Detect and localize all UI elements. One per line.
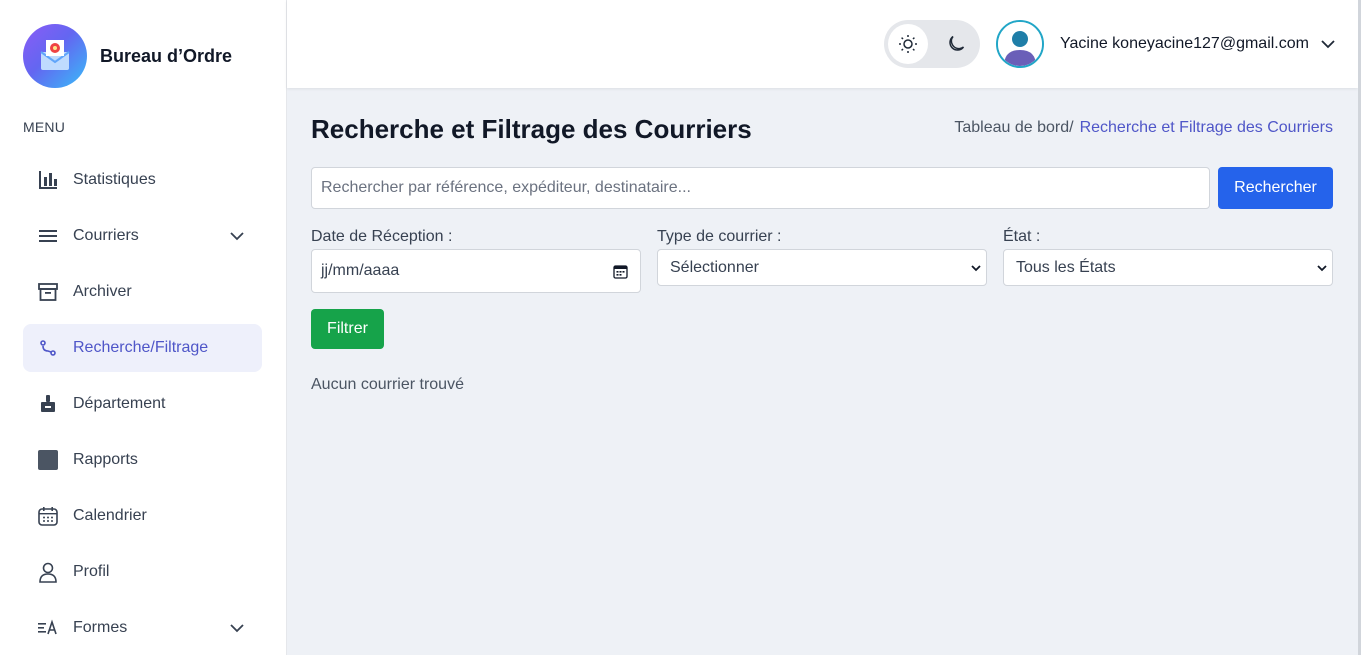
bar-chart-icon — [37, 169, 59, 191]
date-filter-label: Date de Réception : — [311, 228, 453, 245]
sidebar-item-label: Profil — [73, 563, 110, 580]
chevron-down-icon[interactable] — [228, 227, 246, 245]
archive-icon — [37, 281, 59, 303]
type-select-value: Sélectionner — [670, 259, 759, 276]
user-name[interactable]: Yacine koneyacine127@gmail.com — [1060, 35, 1309, 53]
sidebar-item-label: Rapports — [73, 451, 138, 468]
sidebar-item-label: Département — [73, 395, 166, 412]
sidebar-item-label: Statistiques — [73, 171, 156, 188]
brand[interactable]: Bureau d’Ordre — [23, 24, 232, 88]
date-placeholder: jj/mm/aaaa — [321, 262, 400, 279]
sidebar-item-calendrier[interactable]: Calendrier — [23, 492, 262, 540]
sidebar-item-label: Calendrier — [73, 507, 147, 524]
chevron-down-icon — [971, 265, 981, 272]
sidebar: Bureau d’Ordre MENU Statistiques Courrie… — [0, 0, 287, 655]
state-filter-label: État : — [1003, 228, 1041, 245]
sidebar-item-label: Archiver — [73, 283, 132, 300]
sidebar-item-statistiques[interactable]: Statistiques — [23, 156, 262, 204]
top-header: Yacine koneyacine127@gmail.com — [287, 0, 1358, 88]
sidebar-item-recherche-filtrage[interactable]: Recherche/Filtrage — [23, 324, 262, 372]
breadcrumb-root[interactable]: Tableau de bord/ — [954, 119, 1073, 136]
state-select[interactable]: Tous les États — [1003, 249, 1333, 286]
breadcrumb: Tableau de bord/Recherche et Filtrage de… — [954, 119, 1333, 137]
menu-label: MENU — [23, 119, 66, 135]
type-select[interactable]: Sélectionner — [657, 249, 987, 286]
date-input[interactable]: jj/mm/aaaa — [311, 249, 641, 293]
sidebar-item-archiver[interactable]: Archiver — [23, 268, 262, 316]
brand-logo-icon — [23, 24, 87, 88]
sidebar-item-label: Formes — [73, 619, 128, 636]
avatar[interactable] — [996, 20, 1044, 68]
moon-icon[interactable] — [936, 24, 976, 64]
filter-button[interactable]: Filtrer — [311, 309, 384, 349]
sidebar-item-courriers[interactable]: Courriers — [23, 212, 262, 260]
sidebar-item-profil[interactable]: Profil — [23, 548, 262, 596]
theme-toggle[interactable] — [884, 20, 980, 68]
brand-title: Bureau d’Ordre — [100, 45, 233, 66]
sidebar-item-formes[interactable]: Formes — [23, 604, 262, 652]
sidebar-item-label: Courriers — [73, 227, 139, 244]
list-icon — [37, 225, 59, 247]
route-icon — [37, 337, 59, 359]
report-icon — [37, 449, 59, 471]
user-icon — [37, 561, 59, 583]
sidebar-item-departement[interactable]: Département — [23, 380, 262, 428]
calendar-icon[interactable] — [613, 264, 628, 279]
chevron-down-icon[interactable] — [228, 619, 246, 637]
search-input[interactable] — [311, 167, 1210, 209]
sidebar-nav: Statistiques Courriers Archiver Recherch… — [23, 156, 262, 655]
chevron-down-icon — [1317, 265, 1327, 272]
state-select-value: Tous les États — [1016, 259, 1116, 276]
type-filter-label: Type de courrier : — [657, 228, 782, 245]
sidebar-item-label: Recherche/Filtrage — [73, 339, 209, 356]
text-format-icon — [37, 617, 59, 639]
empty-results-message: Aucun courrier trouvé — [311, 376, 464, 393]
page-title: Recherche et Filtrage des Courriers — [311, 114, 752, 144]
stamp-icon — [37, 393, 59, 415]
breadcrumb-current: Recherche et Filtrage des Courriers — [1079, 119, 1333, 136]
sun-icon[interactable] — [888, 24, 928, 64]
chevron-down-icon[interactable] — [1319, 35, 1337, 53]
calendar-icon — [37, 505, 59, 527]
sidebar-item-rapports[interactable]: Rapports — [23, 436, 262, 484]
search-button[interactable]: Rechercher — [1218, 167, 1333, 209]
